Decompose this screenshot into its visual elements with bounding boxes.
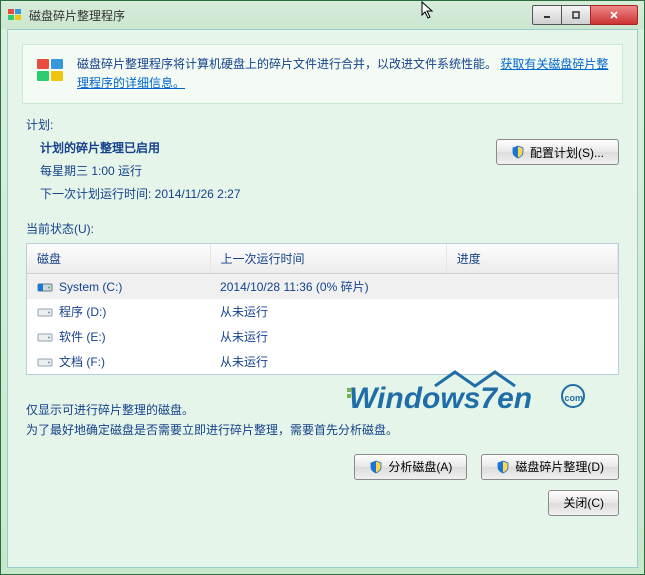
disk-progress	[446, 274, 617, 300]
disk-icon	[37, 331, 53, 343]
minimize-button[interactable]	[532, 5, 562, 25]
defrag-icon	[35, 55, 67, 87]
disk-name: 软件 (E:)	[59, 328, 106, 345]
schedule-enabled: 计划的碎片整理已启用	[40, 139, 449, 156]
schedule-row: 计划的碎片整理已启用 每星期三 1:00 运行 下一次计划运行时间: 2014/…	[40, 139, 619, 208]
disk-lastrun: 从未运行	[210, 299, 446, 324]
shield-icon	[369, 460, 383, 474]
schedule-label: 计划:	[26, 116, 619, 133]
table-row[interactable]: 程序 (D:) 从未运行	[27, 299, 618, 324]
schedule-frequency: 每星期三 1:00 运行	[40, 162, 449, 179]
disk-name: 程序 (D:)	[59, 303, 106, 320]
disk-name: System (C:)	[59, 280, 122, 294]
disk-name: 文档 (F:)	[59, 353, 105, 370]
close-window-button[interactable]	[590, 5, 638, 25]
defrag-app-icon	[7, 7, 23, 23]
client-area: 磁盘碎片整理程序将计算机硬盘上的碎片文件进行合并，以改进文件系统性能。 获取有关…	[7, 29, 638, 568]
disk-progress	[446, 324, 617, 349]
maximize-button[interactable]	[561, 5, 591, 25]
window-controls	[533, 5, 638, 25]
note-text: 仅显示可进行碎片整理的磁盘。 为了最好地确定磁盘是否需要立即进行碎片整理，需要首…	[26, 401, 619, 439]
disk-icon	[37, 306, 53, 318]
info-banner: 磁盘碎片整理程序将计算机硬盘上的碎片文件进行合并，以改进文件系统性能。 获取有关…	[22, 44, 623, 104]
configure-schedule-button[interactable]: 配置计划(S)...	[496, 139, 619, 165]
table-row[interactable]: 文档 (F:) 从未运行	[27, 349, 618, 374]
shield-icon	[511, 145, 525, 159]
schedule-next: 下一次计划运行时间: 2014/11/26 2:27	[40, 185, 449, 202]
defrag-button[interactable]: 磁盘碎片整理(D)	[481, 454, 619, 480]
disk-icon	[37, 356, 53, 368]
disk-table: 磁盘 上一次运行时间 进度 System (C:) 2014/10/28 11:3…	[26, 243, 619, 375]
col-progress[interactable]: 进度	[446, 244, 617, 274]
shield-icon	[496, 460, 510, 474]
status-label: 当前状态(U):	[26, 220, 619, 237]
col-lastrun[interactable]: 上一次运行时间	[210, 244, 446, 274]
action-buttons: 分析磁盘(A) 磁盘碎片整理(D)	[26, 454, 619, 480]
analyze-label: 分析磁盘(A)	[388, 458, 452, 475]
table-row[interactable]: System (C:) 2014/10/28 11:36 (0% 碎片)	[27, 274, 618, 300]
defrag-label: 磁盘碎片整理(D)	[515, 458, 604, 475]
table-row[interactable]: 软件 (E:) 从未运行	[27, 324, 618, 349]
note-line1: 仅显示可进行碎片整理的磁盘。	[26, 401, 619, 420]
disk-progress	[446, 299, 617, 324]
disk-lastrun: 从未运行	[210, 324, 446, 349]
disk-lastrun: 从未运行	[210, 349, 446, 374]
banner-text: 磁盘碎片整理程序将计算机硬盘上的碎片文件进行合并，以改进文件系统性能。	[77, 57, 497, 71]
info-text: 磁盘碎片整理程序将计算机硬盘上的碎片文件进行合并，以改进文件系统性能。 获取有关…	[77, 55, 610, 93]
col-disk[interactable]: 磁盘	[27, 244, 210, 274]
close-label: 关闭(C)	[563, 494, 604, 511]
disk-progress	[446, 349, 617, 374]
close-button[interactable]: 关闭(C)	[548, 490, 619, 516]
window-title: 磁盘碎片整理程序	[29, 7, 533, 24]
configure-label: 配置计划(S)...	[530, 144, 604, 161]
analyze-button[interactable]: 分析磁盘(A)	[354, 454, 467, 480]
app-window: 磁盘碎片整理程序 磁盘碎片整理程序将计算机硬盘上的碎片文件进行合并，以改进文件系…	[0, 0, 645, 575]
note-line2: 为了最好地确定磁盘是否需要立即进行碎片整理，需要首先分析磁盘。	[26, 421, 619, 440]
disk-lastrun: 2014/10/28 11:36 (0% 碎片)	[210, 274, 446, 300]
schedule-info: 计划的碎片整理已启用 每星期三 1:00 运行 下一次计划运行时间: 2014/…	[40, 139, 449, 208]
system-disk-icon	[37, 281, 53, 293]
titlebar[interactable]: 磁盘碎片整理程序	[1, 1, 644, 29]
